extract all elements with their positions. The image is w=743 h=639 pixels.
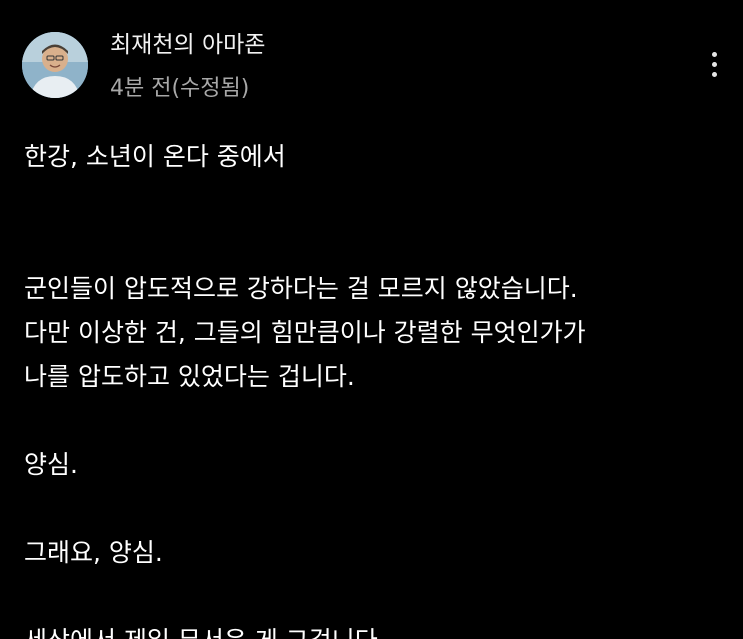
post-text-line: 다만 이상한 건, 그들의 힘만큼이나 강렬한 무엇인가가: [24, 318, 586, 347]
post-text-line: 그래요, 양심.: [24, 538, 163, 567]
profile-photo-icon: [22, 32, 88, 98]
avatar[interactable]: [22, 32, 88, 98]
more-vertical-icon-dot: [711, 61, 717, 67]
post-header: 최재천의 아마존 4분 전(수정됨): [0, 0, 743, 120]
post-body: 한강, 소년이 온다 중에서 군인들이 압도적으로 강하다는 걸 모르지 않았습…: [24, 135, 724, 639]
more-vertical-icon: [711, 51, 717, 57]
post-text-line: 나를 압도하고 있었다는 겁니다.: [24, 362, 355, 391]
author-name[interactable]: 최재천의 아마존: [110, 30, 265, 60]
post-text-line: 양심.: [24, 450, 78, 479]
post-title-line: 한강, 소년이 온다 중에서: [24, 142, 286, 171]
more-options-button[interactable]: [700, 44, 728, 84]
post-text-line: 세상에서 제일 무서운 게 그겁니다.: [24, 619, 724, 639]
post-timestamp: 4분 전(수정됨): [110, 76, 250, 101]
more-vertical-icon-dot: [711, 71, 717, 77]
post-text-line: 군인들이 압도적으로 강하다는 걸 모르지 않았습니다.: [24, 274, 578, 303]
